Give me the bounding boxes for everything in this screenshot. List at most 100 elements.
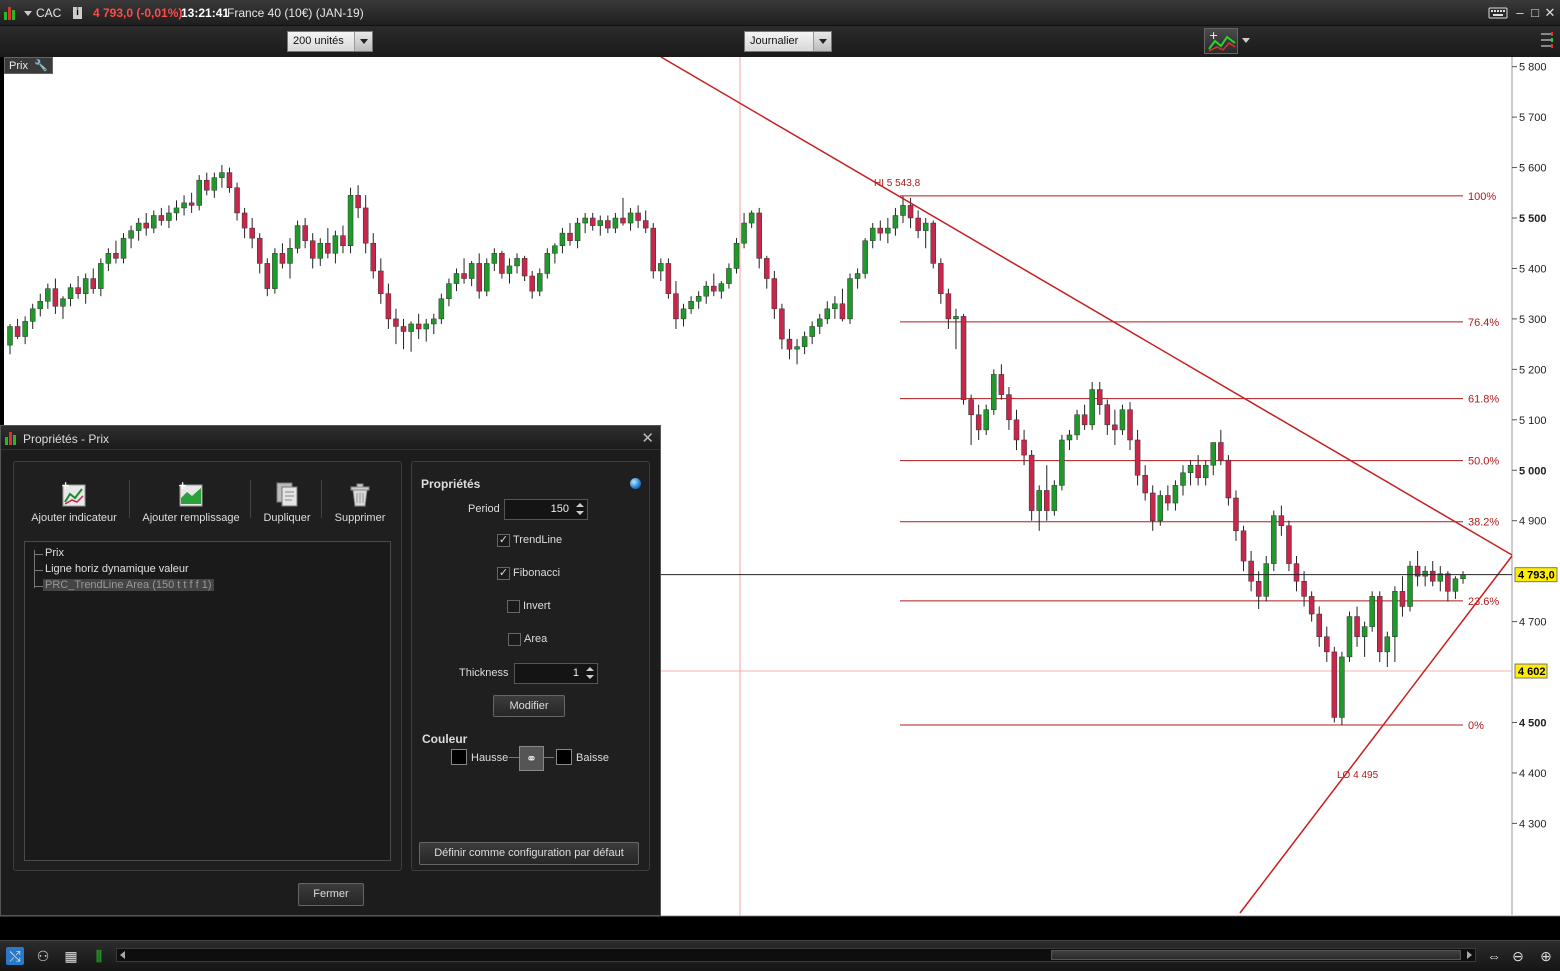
indicators-panel: + Ajouter indicateur + Ajouter remplissa…	[13, 461, 402, 871]
y-tick-label: 5 800	[1519, 62, 1547, 74]
period-select[interactable]: Journalier	[744, 31, 832, 52]
tree-item-prix[interactable]: Prix	[45, 547, 64, 559]
symbol-dropdown-icon[interactable]	[24, 11, 32, 16]
price-axis	[1512, 57, 1560, 917]
y-tick-label: 5 300	[1519, 314, 1547, 326]
scroll-thumb[interactable]	[1051, 950, 1461, 960]
candle-up	[552, 245, 558, 254]
candle-down	[1134, 439, 1141, 476]
add-indicator-icon: +	[61, 480, 86, 507]
candle-down	[1021, 439, 1027, 456]
share-icon[interactable]: ⤭	[6, 947, 24, 965]
candle-down	[385, 293, 392, 320]
color-link-chain-icon[interactable]: ⚭	[519, 746, 544, 771]
candle-down	[1165, 495, 1171, 504]
area-checkbox[interactable]	[508, 633, 521, 646]
help-globe-icon[interactable]	[630, 478, 641, 489]
candle-down	[711, 285, 717, 292]
symbol-name[interactable]: CAC	[36, 6, 61, 20]
add-fill-button[interactable]: + Ajouter remplissage	[141, 480, 241, 524]
candle-up	[703, 285, 709, 297]
set-default-button[interactable]: Définir comme configuration par défaut	[419, 842, 639, 865]
candle-up	[1346, 616, 1353, 658]
tree-branch	[34, 586, 43, 587]
y-tick-label: 5 700	[1519, 112, 1547, 124]
indicator-chart-icon: +	[1208, 29, 1236, 52]
period-dropdown-icon[interactable]	[813, 32, 831, 51]
properties-panel: Propriétés Period 150 ✓ TrendLine ✓ Fibo…	[411, 461, 650, 871]
add-indicator-toolbar-button[interactable]: +	[1204, 28, 1238, 54]
candle-down	[529, 275, 535, 292]
y-tick-label: 5 500	[1519, 213, 1547, 225]
add-fill-label: Ajouter remplissage	[142, 512, 240, 524]
clock-time: 13:21:41	[181, 6, 230, 20]
close-window-icon[interactable]: ✕	[1542, 5, 1558, 21]
indicator-menu-dropdown-icon[interactable]	[1242, 38, 1250, 43]
candle-up	[1210, 442, 1217, 466]
candle-up	[506, 265, 513, 274]
layout-indicator-icon[interactable]	[1538, 30, 1556, 52]
candle-down	[249, 227, 255, 239]
dialog-title-bar[interactable]: Propriétés - Prix ✕	[1, 426, 660, 450]
maximize-icon[interactable]: □	[1527, 5, 1543, 21]
indicator-tree[interactable]: Prix Ligne horiz dynamique valeur PRC_Tr…	[24, 541, 391, 861]
candle-up	[211, 177, 218, 191]
link-icon[interactable]: ⚇	[34, 947, 52, 965]
fib-level-label: 76.4%	[1468, 317, 1499, 329]
info-icon[interactable]: i	[73, 7, 82, 19]
fib-level-label: 0%	[1468, 720, 1484, 732]
candle-down	[393, 318, 399, 327]
candle-down	[309, 240, 316, 259]
candle-down	[1081, 414, 1088, 426]
chart-panel-tag[interactable]: Prix 🔧	[4, 57, 53, 74]
chart-type-icon[interactable]: ▦	[62, 947, 80, 965]
modify-button[interactable]: Modifier	[493, 695, 565, 717]
dialog-close-icon[interactable]: ✕	[641, 429, 654, 447]
candle-down	[673, 293, 679, 320]
trendline-checkbox[interactable]: ✓	[497, 534, 510, 547]
y-tick-label: 4 700	[1519, 617, 1547, 629]
scroll-right-icon[interactable]	[1467, 951, 1472, 959]
thickness-stepper-icon[interactable]	[585, 666, 595, 681]
period-stepper-icon[interactable]	[575, 502, 585, 517]
candle-up	[332, 235, 339, 254]
add-indicator-button[interactable]: + Ajouter indicateur	[30, 480, 118, 524]
zoom-in-icon[interactable]: ⊕	[1537, 947, 1555, 965]
candle-up	[181, 202, 187, 209]
tree-item-horizontal-line[interactable]: Ligne horiz dynamique valeur	[45, 563, 189, 575]
delete-button[interactable]: Supprimer	[332, 480, 388, 524]
candle-up	[794, 346, 800, 350]
thickness-input[interactable]: 1	[514, 663, 598, 684]
zoom-out-icon[interactable]: ⊖	[1509, 947, 1527, 965]
candles-icon[interactable]: ⫼	[90, 947, 108, 965]
up-color-swatch[interactable]	[451, 749, 467, 765]
minimize-icon[interactable]: –	[1512, 5, 1528, 21]
candle-up	[816, 318, 823, 327]
close-button[interactable]: Fermer	[298, 883, 364, 906]
wrench-icon[interactable]: 🔧	[34, 60, 48, 72]
fibonacci-label: Fibonacci	[513, 567, 561, 579]
tree-item-trendline-area[interactable]: PRC_TrendLine Area (150 t t f f 1)	[43, 579, 214, 591]
duplicate-button[interactable]: Dupliquer	[260, 480, 314, 524]
candle-up	[862, 240, 868, 274]
fit-width-icon[interactable]: ⇔	[1485, 947, 1503, 965]
scroll-left-icon[interactable]	[120, 951, 125, 959]
down-color-swatch[interactable]	[556, 749, 572, 765]
fibonacci-checkbox[interactable]: ✓	[497, 567, 510, 580]
y-tick-label: 4 300	[1519, 818, 1547, 830]
candle-down	[1006, 394, 1012, 421]
candle-up	[741, 222, 747, 244]
candle-up	[1422, 570, 1428, 577]
invert-checkbox[interactable]	[507, 600, 520, 613]
period-input[interactable]: 150	[504, 499, 588, 520]
time-scrollbar[interactable]	[116, 948, 1476, 962]
candle-up	[317, 242, 324, 259]
units-select[interactable]: 200 unités	[287, 31, 373, 52]
candle-up	[287, 248, 293, 264]
keyboard-icon[interactable]	[1488, 6, 1508, 22]
candle-down	[188, 202, 195, 206]
tree-line	[34, 550, 35, 588]
candle-down	[378, 270, 384, 294]
units-dropdown-icon[interactable]	[354, 32, 372, 51]
candle-up	[219, 172, 225, 178]
